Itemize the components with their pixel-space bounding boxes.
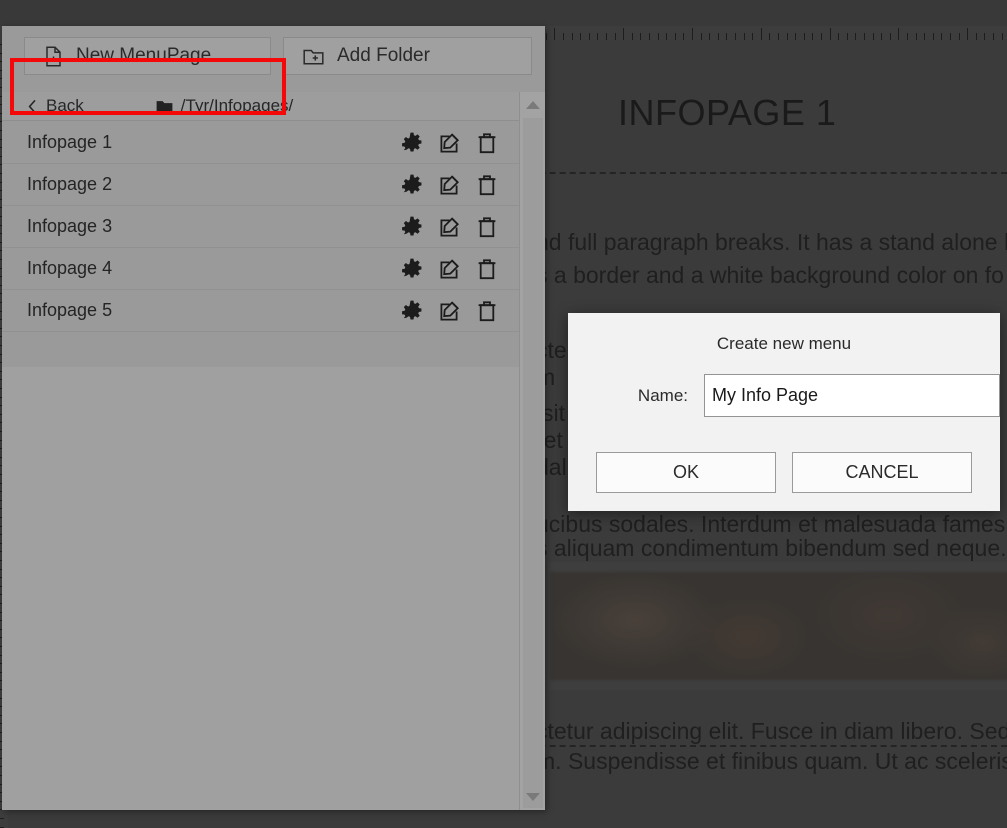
file-list: Infopage 1 Infopage 2 Infopage 3 Infopage 4… <box>2 122 519 332</box>
back-button[interactable]: Back <box>28 96 84 116</box>
row-actions <box>401 258 497 280</box>
cancel-button[interactable]: CANCEL <box>792 452 972 493</box>
dialog-button-row: OK CANCEL <box>568 452 1000 493</box>
name-input[interactable] <box>704 374 1000 417</box>
ok-button[interactable]: OK <box>596 452 776 493</box>
trash-icon[interactable] <box>477 258 497 280</box>
panel-scrollbar[interactable] <box>519 92 545 810</box>
new-menupage-button[interactable]: New MenuPage <box>24 37 271 75</box>
current-path: /Tyr/Infopages/ <box>156 96 293 116</box>
list-empty-area <box>2 367 519 810</box>
trash-icon[interactable] <box>477 300 497 322</box>
screen: Infopage 1 Save <box>0 0 1007 828</box>
add-folder-label: Add Folder <box>337 45 430 66</box>
row-actions <box>401 174 497 196</box>
scrollbar-thumb[interactable] <box>523 118 543 808</box>
create-menu-dialog: Create new menu Name: OK CANCEL <box>568 313 1000 511</box>
edit-icon[interactable] <box>439 258 461 280</box>
table-row[interactable]: Infopage 3 <box>2 206 519 248</box>
file-name-label: Infopage 1 <box>27 132 113 152</box>
panel-action-bar: New MenuPage Add Folder <box>2 26 545 92</box>
back-label: Back <box>46 96 84 115</box>
chevron-left-icon <box>28 99 37 114</box>
trash-icon[interactable] <box>477 174 497 196</box>
row-actions <box>401 216 497 238</box>
gear-icon[interactable] <box>401 132 423 154</box>
breadcrumb: Back /Tyr/Infopages/ <box>2 92 519 121</box>
table-row[interactable]: Infopage 4 <box>2 248 519 290</box>
new-menupage-label: New MenuPage <box>76 45 212 66</box>
file-name-label: Infopage 2 <box>27 174 113 194</box>
table-row[interactable]: Infopage 5 <box>2 290 519 332</box>
dialog-name-row: Name: <box>568 374 1000 417</box>
gear-icon[interactable] <box>401 258 423 280</box>
file-name-label: Infopage 3 <box>27 216 113 236</box>
edit-icon[interactable] <box>439 300 461 322</box>
folder-icon <box>156 99 173 113</box>
table-row[interactable]: Infopage 2 <box>2 164 519 206</box>
edit-icon[interactable] <box>439 132 461 154</box>
file-name-label: Infopage 5 <box>27 300 113 320</box>
dialog-title: Create new menu <box>716 334 852 353</box>
scroll-down-arrow-icon[interactable] <box>520 786 545 808</box>
file-plus-icon <box>44 45 63 67</box>
add-folder-button[interactable]: Add Folder <box>283 37 532 75</box>
table-row[interactable]: Infopage 1 <box>2 122 519 164</box>
row-actions <box>401 300 497 322</box>
gear-icon[interactable] <box>401 216 423 238</box>
trash-icon[interactable] <box>477 216 497 238</box>
file-browser-panel: New MenuPage Add Folder Back /Tyr/Infopa… <box>2 26 545 810</box>
file-name-label: Infopage 4 <box>27 258 113 278</box>
edit-icon[interactable] <box>439 216 461 238</box>
trash-icon[interactable] <box>477 132 497 154</box>
gear-icon[interactable] <box>401 300 423 322</box>
path-label: /Tyr/Infopages/ <box>180 96 294 115</box>
row-actions <box>401 132 497 154</box>
edit-icon[interactable] <box>439 174 461 196</box>
scroll-up-arrow-icon[interactable] <box>520 94 545 116</box>
gear-icon[interactable] <box>401 174 423 196</box>
folder-plus-icon <box>303 47 324 65</box>
name-label: Name: <box>637 385 688 405</box>
